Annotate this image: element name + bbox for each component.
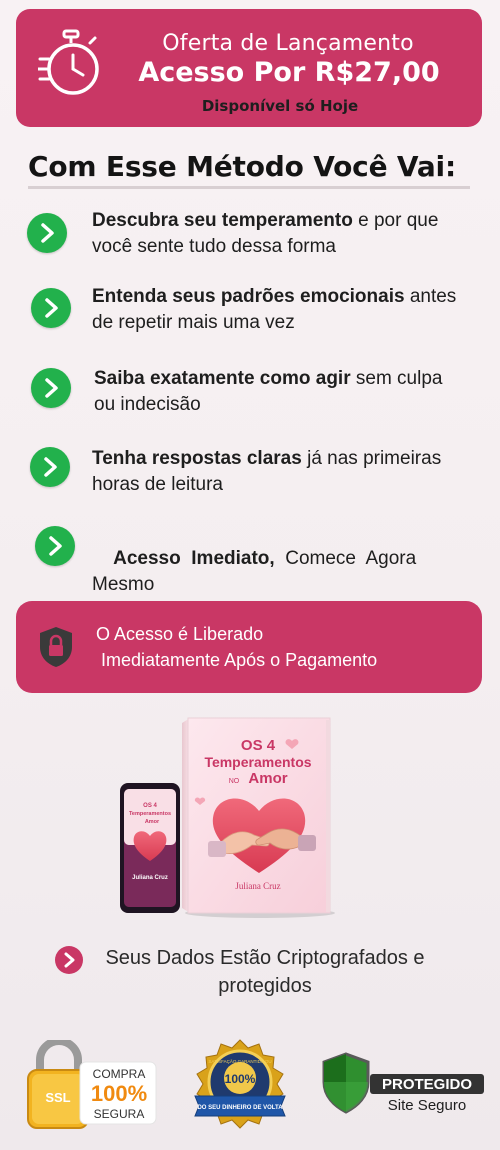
ssl-lock-text: SSL — [45, 1090, 70, 1105]
ssl-line3: SEGURA — [94, 1107, 145, 1121]
access-banner: O Acesso é Liberado Imediatamente Após o… — [16, 601, 482, 693]
chevron-right-icon — [55, 946, 83, 974]
section-title: Com Esse Método Você Vai: — [28, 150, 456, 183]
phone-author: Juliana Cruz — [132, 875, 168, 881]
book-title: Temperamentos — [204, 754, 311, 770]
ssl-line2: 100% — [91, 1081, 147, 1106]
chevron-right-icon — [35, 526, 75, 566]
access-message: O Acesso é Liberado Imediatamente Após o… — [96, 624, 378, 670]
title-underline — [28, 186, 470, 189]
guarantee-center: 100% — [225, 1072, 256, 1086]
stopwatch-icon — [38, 29, 99, 95]
book-title: Amor — [248, 770, 287, 787]
book-title: NO — [229, 778, 240, 785]
book-title: OS 4 — [241, 737, 276, 754]
shield-lock-icon — [40, 627, 72, 667]
chevron-right-icon — [30, 447, 70, 487]
book-author: Juliana Cruz — [235, 881, 280, 891]
benefit-item: Acesso Imediato, Comece Agora Mesmo — [0, 523, 500, 595]
chevron-right-icon — [31, 368, 71, 408]
offer-title: Oferta de Lançamento — [162, 31, 414, 56]
protected-label: PROTEGIDO — [382, 1076, 472, 1093]
offer-availability: Disponível só Hoje — [201, 97, 359, 115]
chevron-right-icon — [27, 213, 67, 253]
chevron-right-icon — [31, 288, 71, 328]
benefit-text: Entenda seus padrões emocionais antes de … — [92, 286, 457, 333]
offer-price: Acesso Por R$27,00 — [138, 57, 440, 88]
ssl-line1: COMPRA — [93, 1067, 146, 1081]
guarantee-badge: SATISFAÇÃO GARANTIDA OU 100% DO SEU DINH… — [193, 1038, 287, 1130]
benefit-text: Descubra seu temperamento e por que você … — [92, 210, 439, 257]
product-image: OS 4 Temperamentos NO Amor Juliana Cruz … — [120, 715, 335, 920]
protected-sub: Site Seguro — [388, 1097, 466, 1114]
secure-text: Seus Dados Estão Criptografados e protegi… — [105, 947, 425, 997]
benefit-item: Descubra seu temperamento e por que você … — [0, 208, 500, 278]
secure-note: Seus Dados Estão Criptografados e protegi… — [0, 942, 500, 1002]
guarantee-ring-text: SATISFAÇÃO GARANTIDA OU — [208, 1058, 271, 1064]
benefit-text: Tenha respostas claras já nas primeiras h… — [92, 448, 442, 495]
phone-title: Amor — [145, 819, 160, 825]
benefit-text: Saiba exatamente como agir sem culpa ou i… — [94, 368, 443, 415]
ssl-secure-badge: SSL COMPRA 100% SEGURA — [26, 1037, 158, 1130]
protected-site-badge: PROTEGIDO Site Seguro — [320, 1052, 488, 1114]
phone-title: OS 4 — [143, 803, 157, 809]
benefit-item: Entenda seus padrões emocionais antes de … — [0, 284, 500, 354]
phone-title: Temperamentos — [129, 811, 171, 817]
guarantee-ribbon: DO SEU DINHEIRO DE VOLTA — [197, 1105, 283, 1111]
benefit-item: Tenha respostas claras já nas primeiras h… — [0, 447, 500, 517]
offer-banner: Oferta de Lançamento Acesso Por R$27,00 … — [16, 9, 482, 127]
benefit-item: Saiba exatamente como agir sem culpa ou i… — [0, 368, 500, 438]
